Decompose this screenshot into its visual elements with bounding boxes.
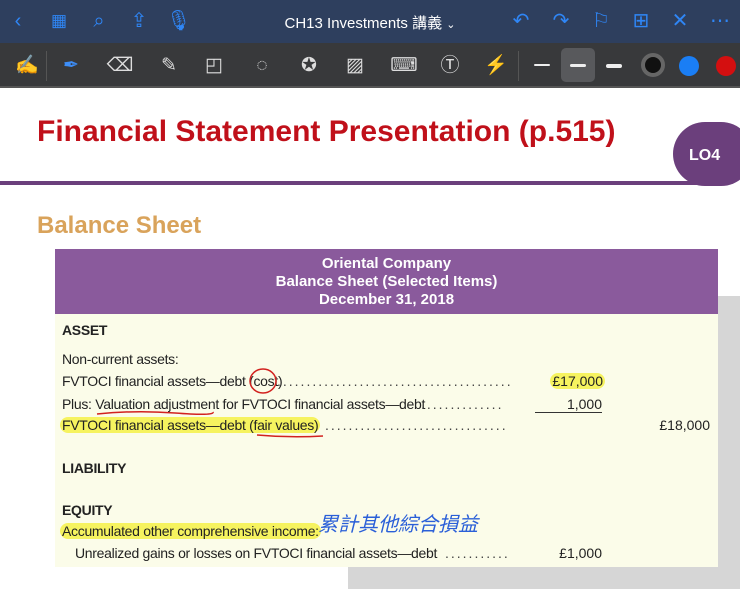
red-circle-annotation [249,368,277,394]
title-rule [0,181,700,185]
close-icon[interactable]: ✕ [668,10,692,32]
unrealized-row-label: Unrealized gains or losses on FVTOCI fin… [75,545,438,561]
divider [518,51,519,81]
aoci-label: Accumulated other comprehensive income: [60,523,321,539]
red-underline-annotation [96,410,214,416]
leader-dots: .............. [421,396,504,412]
leader-dots: ........... [445,545,510,561]
eraser-icon[interactable]: ⌫ [106,52,134,80]
aoci-label-text: Accumulated other comprehensive income: [60,523,321,539]
lo4-badge: LO4 [673,122,740,186]
fair-value-label-text: FVTOCI financial assets—debt (fair value… [60,417,321,433]
sticker-icon[interactable]: ✪ [295,52,323,80]
top-navigation-bar: ‹ ▦ ⌕ ⇪ 🎙 CH13 Investments 講義 ⌄ ↶ ↷ ⚐ ⊞ … [0,0,740,43]
asset-heading: ASSET [62,322,108,338]
red-underline-annotation [256,434,324,438]
statement-name: Balance Sheet (Selected Items) [275,273,498,290]
chevron-down-icon: ⌄ [446,19,456,31]
laser-pointer-icon[interactable]: ⚡ [482,52,510,80]
color-blue[interactable] [679,56,699,76]
adjustment-amount: 1,000 [535,396,602,413]
leader-dots: ............................... [325,417,508,433]
liability-heading: LIABILITY [62,460,127,476]
fair-value-total: £18,000 [659,417,710,433]
thin-stroke-option[interactable] [534,64,550,66]
handwritten-note: 累計其他綜合損益 [318,512,478,536]
statement-date: December 31, 2018 [318,291,455,308]
bookmark-icon[interactable]: ⚐ [589,10,613,32]
highlighter-icon[interactable]: ✎ [155,52,183,80]
lasso-icon[interactable]: ◌ [248,52,276,80]
unrealized-amount: £1,000 [559,545,602,561]
table-header: Oriental Company Balance Sheet (Selected… [55,249,718,314]
noncurrent-label: Non-current assets: [62,351,179,367]
keyboard-icon[interactable]: ⌨ [390,52,418,80]
cost-amount: £17,000 [535,373,605,389]
divider [46,51,47,81]
color-black-selected[interactable] [641,53,665,77]
annotation-toolbar: ✍ ✒ ⌫ ✎ ◰ ◌ ✪ ▨ ⌨ Ⓣ ⚡ [0,43,740,88]
undo-icon[interactable]: ↶ [509,10,533,32]
thick-stroke-option[interactable] [606,64,622,68]
color-red[interactable] [716,56,736,76]
document-title-text: CH13 Investments 講義 [284,15,443,32]
redo-icon[interactable]: ↷ [549,10,573,32]
medium-stroke-option[interactable] [570,64,586,67]
add-page-icon[interactable]: ⊞ [629,10,653,32]
text-box-icon[interactable]: Ⓣ [436,52,464,80]
equity-heading: EQUITY [62,502,113,518]
company-name: Oriental Company [321,255,452,272]
fair-value-row-label: FVTOCI financial assets—debt (fair value… [60,417,321,433]
slide-subtitle: Balance Sheet [37,212,202,239]
shapes-icon[interactable]: ◰ [200,52,228,80]
image-icon[interactable]: ▨ [341,52,369,80]
zoom-handwriting-icon[interactable]: ✍ [13,52,41,80]
pen-icon[interactable]: ✒ [57,52,85,80]
more-icon[interactable]: ⋯ [708,10,732,32]
cost-amount-value: £17,000 [550,373,605,389]
leader-dots: ........................................… [277,373,512,389]
slide-title: Financial Statement Presentation (p.515) [37,115,616,148]
